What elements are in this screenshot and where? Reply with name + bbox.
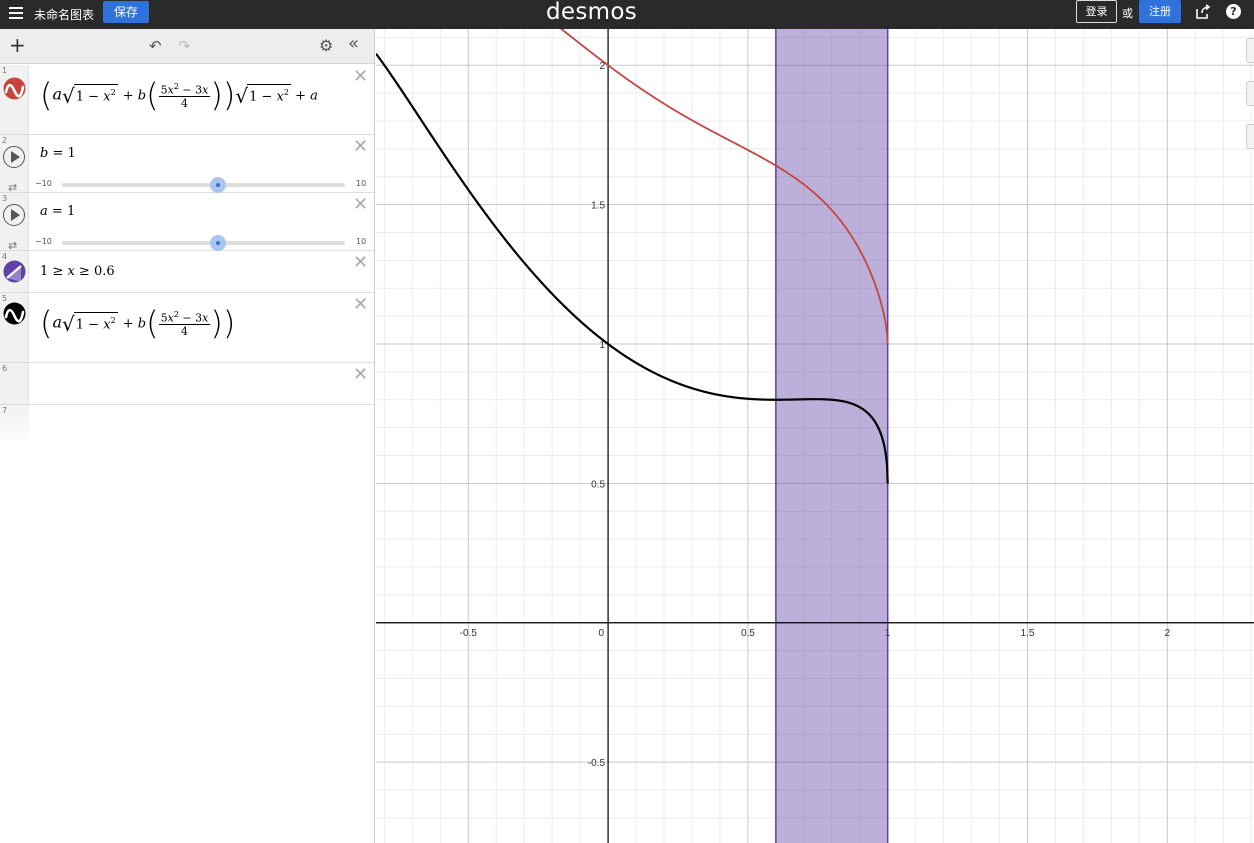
slider-min[interactable]: −10 (35, 237, 52, 246)
inequality-lhs: 1 ≥ (40, 264, 68, 279)
y-tick-label: 2 (600, 61, 606, 72)
expression-gutter: 3 ⇄ (0, 193, 29, 252)
expression-row-2[interactable]: 2 ⇄ b = 1 −10 10 ✕ (0, 135, 374, 194)
delete-expression-icon[interactable]: ✕ (353, 254, 368, 272)
slider-b: −10 10 (30, 177, 370, 193)
slider-variable: a (40, 204, 48, 219)
black-curve-icon[interactable] (3, 302, 26, 325)
expression-row-3[interactable]: 3 ⇄ a = 1 −10 10 ✕ (0, 193, 374, 252)
expression-gutter: 5 (0, 293, 29, 362)
add-expression-button[interactable]: + (9, 35, 26, 55)
expression-row-4[interactable]: 4 1 ≥ x ≥ 0.6 ✕ (0, 251, 374, 293)
expression-number: 3 (2, 194, 8, 203)
expression-gutter: 2 ⇄ (0, 135, 29, 194)
x-tick-label: 1.5 (1021, 628, 1035, 639)
x-tick-label: 0 (599, 628, 605, 639)
panel-header: + ↶ ↷ ⚙ « (0, 29, 374, 64)
desmos-logo: desmos (546, 0, 637, 25)
slider-a: −10 10 (30, 235, 370, 251)
expression-gutter: 4 (0, 251, 29, 292)
redo-icon[interactable]: ↷ (178, 37, 191, 55)
x-tick-label: 2 (1165, 628, 1171, 639)
play-icon[interactable] (3, 204, 25, 226)
expression-gutter: 7 (0, 405, 29, 445)
expression-row-6[interactable]: 6 ✕ (0, 363, 374, 405)
expression-number: 7 (2, 406, 8, 415)
x-tick-label: 0.5 (741, 628, 755, 639)
slider-value: 1 (67, 146, 76, 161)
hamburger-menu-icon[interactable] (9, 4, 25, 24)
x-tick-label: 1 (885, 628, 891, 639)
purple-region-icon[interactable] (3, 260, 26, 283)
y-axis-labels: 2 1.5 1 0.5 -0.5 (588, 61, 606, 769)
expression-gutter: 1 (0, 65, 29, 134)
expression-panel: + ↶ ↷ ⚙ « 1 (a √ 1 − x2 + b(5x2 − 3x 4)) √ 1 … (0, 29, 375, 843)
inequality-rhs: ≥ 0.6 (74, 264, 115, 279)
expression-number: 1 (2, 66, 8, 75)
y-tick-label: 1 (600, 340, 606, 351)
delete-expression-icon[interactable]: ✕ (353, 296, 368, 314)
y-tick-label: 1.5 (591, 201, 605, 212)
expression-math-3[interactable]: a = 1 (40, 204, 75, 219)
slider-thumb[interactable] (209, 235, 226, 251)
red-curve-icon[interactable] (3, 77, 26, 100)
inequality-region[interactable] (775, 29, 888, 843)
expression-math-1[interactable]: (a √ 1 − x2 + b(5x2 − 3x 4)) √ 1 − x2 + a (40, 79, 318, 111)
delete-expression-icon[interactable]: ✕ (353, 196, 368, 214)
home-view-icon[interactable] (1246, 124, 1254, 149)
zoom-in-icon[interactable] (1246, 38, 1254, 63)
equals-sign: = (48, 146, 68, 161)
zoom-out-icon[interactable] (1246, 81, 1254, 106)
inequality-variable: x (67, 264, 75, 279)
y-tick-label: -0.5 (588, 758, 606, 769)
expression-number: 2 (2, 136, 8, 145)
slider-max[interactable]: 10 (356, 179, 366, 188)
delete-expression-icon[interactable]: ✕ (353, 68, 368, 86)
top-bar: 未命名图表 保存 desmos 登录 或 注册 ? (0, 0, 1254, 29)
delete-expression-icon[interactable]: ✕ (353, 138, 368, 156)
or-text: 或 (1122, 7, 1133, 20)
slider-min[interactable]: −10 (35, 179, 52, 188)
expression-gutter: 6 (0, 363, 29, 404)
graph-canvas[interactable]: -0.5 0 0.5 1 1.5 2 2 1.5 1 0.5 -0.5 (376, 29, 1254, 843)
undo-icon[interactable]: ↶ (149, 37, 162, 55)
graph-svg[interactable]: -0.5 0 0.5 1 1.5 2 2 1.5 1 0.5 -0.5 (376, 29, 1254, 843)
expression-row-5[interactable]: 5 (a √ 1 − x2 + b(5x2 − 3x 4)) ✕ (0, 293, 374, 363)
share-icon[interactable] (1195, 4, 1211, 20)
x-tick-label: -0.5 (460, 628, 478, 639)
graph-side-tools (1246, 38, 1254, 158)
play-icon[interactable] (3, 146, 25, 168)
slider-track[interactable] (62, 177, 345, 193)
y-tick-label: 0.5 (591, 479, 605, 490)
expression-row-1[interactable]: 1 (a √ 1 − x2 + b(5x2 − 3x 4)) √ 1 − x2 + a ✕ (0, 65, 374, 135)
equals-sign: = (47, 204, 67, 219)
delete-expression-icon[interactable]: ✕ (353, 366, 368, 384)
expression-math-2[interactable]: b = 1 (40, 146, 76, 161)
graph-title[interactable]: 未命名图表 (34, 6, 94, 23)
expression-math-4[interactable]: 1 ≥ x ≥ 0.6 (40, 264, 115, 279)
collapse-panel-icon[interactable]: « (348, 33, 359, 54)
register-button[interactable]: 注册 (1139, 0, 1181, 23)
slider-thumb[interactable] (209, 177, 226, 193)
slider-track[interactable] (62, 235, 345, 251)
help-icon[interactable]: ? (1226, 4, 1241, 19)
login-button[interactable]: 登录 (1076, 0, 1117, 23)
expression-number: 6 (2, 364, 8, 373)
expression-math-5[interactable]: (a √ 1 − x2 + b(5x2 − 3x 4)) (40, 307, 235, 339)
slider-value: 1 (66, 204, 76, 219)
save-button[interactable]: 保存 (103, 1, 149, 23)
settings-gear-icon[interactable]: ⚙ (319, 36, 333, 55)
slider-max[interactable]: 10 (356, 237, 366, 246)
expression-row-7[interactable]: 7 (0, 405, 374, 445)
